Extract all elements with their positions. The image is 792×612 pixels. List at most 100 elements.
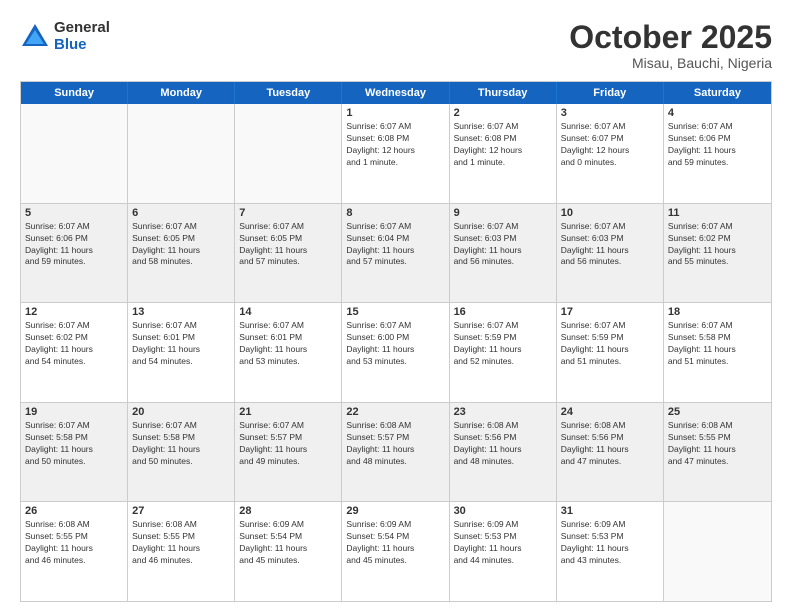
logo: General Blue [20,20,110,53]
header-day-saturday: Saturday [664,82,771,104]
cell-info: Sunrise: 6:07 AMSunset: 6:06 PMDaylight:… [25,221,123,269]
calendar-cell: 5 Sunrise: 6:07 AMSunset: 6:06 PMDaylight… [21,204,128,303]
calendar-cell: 15Sunrise: 6:07 AMSunset: 6:00 PMDayligh… [342,303,449,402]
cell-info: Sunrise: 6:07 AMSunset: 5:58 PMDaylight:… [25,420,123,468]
header: General Blue October 2025 Misau, Bauchi,… [20,20,772,71]
header-day-monday: Monday [128,82,235,104]
cell-info: Sunrise: 6:09 AMSunset: 5:54 PMDaylight:… [239,519,337,567]
cell-info: Sunrise: 6:07 AMSunset: 6:08 PMDaylight:… [454,121,552,169]
calendar-cell: 24Sunrise: 6:08 AMSunset: 5:56 PMDayligh… [557,403,664,502]
day-number: 8 [346,207,444,219]
calendar-row-5: 26 Sunrise: 6:08 AMSunset: 5:55 PMDayligh… [21,501,771,601]
calendar-cell: 13 Sunrise: 6:07 AMSunset: 6:01 PMDayligh… [128,303,235,402]
day-number: 11 [668,207,767,219]
calendar-cell: 19 Sunrise: 6:07 AMSunset: 5:58 PMDayligh… [21,403,128,502]
cell-info: Sunrise: 6:08 AMSunset: 5:56 PMDaylight:… [561,420,659,468]
calendar-row-2: 5 Sunrise: 6:07 AMSunset: 6:06 PMDaylight… [21,203,771,303]
day-number: 18 [668,306,767,318]
calendar-cell [21,104,128,203]
calendar-cell: 26 Sunrise: 6:08 AMSunset: 5:55 PMDayligh… [21,502,128,601]
month-title: October 2025 [569,20,772,55]
cell-info: Sunrise: 6:07 AMSunset: 6:05 PMDaylight:… [239,221,337,269]
day-number: 13 [132,306,230,318]
cell-info: Sunrise: 6:07 AMSunset: 5:59 PMDaylight:… [561,320,659,368]
calendar-cell: 11 Sunrise: 6:07 AMSunset: 6:02 PMDayligh… [664,204,771,303]
calendar-cell: 12 Sunrise: 6:07 AMSunset: 6:02 PMDayligh… [21,303,128,402]
header-day-sunday: Sunday [21,82,128,104]
title-block: October 2025 Misau, Bauchi, Nigeria [569,20,772,71]
day-number: 5 [25,207,123,219]
calendar-row-3: 12 Sunrise: 6:07 AMSunset: 6:02 PMDayligh… [21,302,771,402]
calendar-cell: 25 Sunrise: 6:08 AMSunset: 5:55 PMDayligh… [664,403,771,502]
calendar-cell: 1 Sunrise: 6:07 AMSunset: 6:08 PMDaylight… [342,104,449,203]
calendar-cell: 22 Sunrise: 6:08 AMSunset: 5:57 PMDayligh… [342,403,449,502]
day-number: 22 [346,406,444,418]
calendar-cell: 2 Sunrise: 6:07 AMSunset: 6:08 PMDaylight… [450,104,557,203]
cell-info: Sunrise: 6:08 AMSunset: 5:55 PMDaylight:… [132,519,230,567]
day-number: 6 [132,207,230,219]
cell-info: Sunrise: 6:07 AMSunset: 6:07 PMDaylight:… [561,121,659,169]
cell-info: Sunrise: 6:07 AMSunset: 6:05 PMDaylight:… [132,221,230,269]
day-number: 9 [454,207,552,219]
day-number: 26 [25,505,123,517]
day-number: 28 [239,505,337,517]
logo-icon [20,22,50,52]
day-number: 12 [25,306,123,318]
calendar-cell [128,104,235,203]
day-number: 29 [346,505,444,517]
calendar-body: 1 Sunrise: 6:07 AMSunset: 6:08 PMDaylight… [21,104,771,601]
calendar-cell: 27 Sunrise: 6:08 AMSunset: 5:55 PMDayligh… [128,502,235,601]
cell-info: Sunrise: 6:07 AMSunset: 6:08 PMDaylight:… [346,121,444,169]
day-number: 27 [132,505,230,517]
cell-info: Sunrise: 6:07 AMSunset: 6:02 PMDaylight:… [25,320,123,368]
logo-general: General [54,20,110,37]
calendar-row-1: 1 Sunrise: 6:07 AMSunset: 6:08 PMDaylight… [21,104,771,203]
day-number: 17 [561,306,659,318]
page: General Blue October 2025 Misau, Bauchi,… [0,0,792,612]
calendar-cell: 10Sunrise: 6:07 AMSunset: 6:03 PMDayligh… [557,204,664,303]
day-number: 23 [454,406,552,418]
calendar-cell: 28 Sunrise: 6:09 AMSunset: 5:54 PMDayligh… [235,502,342,601]
day-number: 14 [239,306,337,318]
calendar-cell: 14 Sunrise: 6:07 AMSunset: 6:01 PMDayligh… [235,303,342,402]
calendar-cell: 20Sunrise: 6:07 AMSunset: 5:58 PMDayligh… [128,403,235,502]
cell-info: Sunrise: 6:08 AMSunset: 5:56 PMDaylight:… [454,420,552,468]
day-number: 19 [25,406,123,418]
cell-info: Sunrise: 6:08 AMSunset: 5:55 PMDaylight:… [25,519,123,567]
cell-info: Sunrise: 6:08 AMSunset: 5:55 PMDaylight:… [668,420,767,468]
calendar-cell: 6 Sunrise: 6:07 AMSunset: 6:05 PMDaylight… [128,204,235,303]
location: Misau, Bauchi, Nigeria [569,55,772,71]
calendar-cell: 8 Sunrise: 6:07 AMSunset: 6:04 PMDaylight… [342,204,449,303]
cell-info: Sunrise: 6:07 AMSunset: 6:03 PMDaylight:… [454,221,552,269]
day-number: 3 [561,107,659,119]
cell-info: Sunrise: 6:09 AMSunset: 5:54 PMDaylight:… [346,519,444,567]
day-number: 25 [668,406,767,418]
calendar-cell: 30Sunrise: 6:09 AMSunset: 5:53 PMDayligh… [450,502,557,601]
cell-info: Sunrise: 6:08 AMSunset: 5:57 PMDaylight:… [346,420,444,468]
calendar: SundayMondayTuesdayWednesdayThursdayFrid… [20,81,772,602]
cell-info: Sunrise: 6:07 AMSunset: 6:04 PMDaylight:… [346,221,444,269]
logo-blue: Blue [54,37,110,54]
cell-info: Sunrise: 6:07 AMSunset: 6:00 PMDaylight:… [346,320,444,368]
calendar-row-4: 19 Sunrise: 6:07 AMSunset: 5:58 PMDayligh… [21,402,771,502]
cell-info: Sunrise: 6:07 AMSunset: 6:02 PMDaylight:… [668,221,767,269]
day-number: 10 [561,207,659,219]
cell-info: Sunrise: 6:07 AMSunset: 6:01 PMDaylight:… [239,320,337,368]
calendar-cell: 16 Sunrise: 6:07 AMSunset: 5:59 PMDayligh… [450,303,557,402]
calendar-cell: 18 Sunrise: 6:07 AMSunset: 5:58 PMDayligh… [664,303,771,402]
cell-info: Sunrise: 6:07 AMSunset: 5:58 PMDaylight:… [668,320,767,368]
cell-info: Sunrise: 6:07 AMSunset: 5:59 PMDaylight:… [454,320,552,368]
day-number: 2 [454,107,552,119]
cell-info: Sunrise: 6:07 AMSunset: 5:57 PMDaylight:… [239,420,337,468]
calendar-cell: 23 Sunrise: 6:08 AMSunset: 5:56 PMDayligh… [450,403,557,502]
calendar-cell: 3 Sunrise: 6:07 AMSunset: 6:07 PMDaylight… [557,104,664,203]
day-number: 16 [454,306,552,318]
day-number: 1 [346,107,444,119]
cell-info: Sunrise: 6:07 AMSunset: 6:06 PMDaylight:… [668,121,767,169]
header-day-wednesday: Wednesday [342,82,449,104]
cell-info: Sunrise: 6:07 AMSunset: 6:01 PMDaylight:… [132,320,230,368]
calendar-cell: 21Sunrise: 6:07 AMSunset: 5:57 PMDayligh… [235,403,342,502]
calendar-cell: 7Sunrise: 6:07 AMSunset: 6:05 PMDaylight… [235,204,342,303]
calendar-cell: 29 Sunrise: 6:09 AMSunset: 5:54 PMDayligh… [342,502,449,601]
header-day-friday: Friday [557,82,664,104]
